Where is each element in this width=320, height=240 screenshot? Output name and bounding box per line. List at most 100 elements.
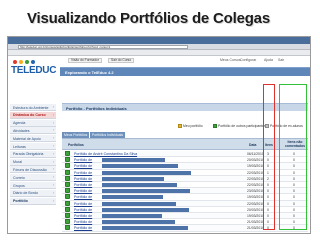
sidebar-item-label: Mural (13, 160, 22, 165)
top-link-ajuda[interactable]: Ajuda (264, 58, 273, 62)
sidebar-item[interactable]: Correio › (10, 174, 56, 182)
screenshot-frame: http://teleduc.org.br/cursos/aplic/portf… (7, 36, 311, 234)
sidebar-item-label: Diário de Bordo (13, 191, 38, 196)
sidebar-item[interactable]: Mural › (10, 158, 56, 166)
portfolio-link[interactable]: Portfólio de (74, 183, 92, 187)
portfolio-link[interactable]: Portfólio de (74, 189, 92, 193)
portfolio-link[interactable]: Portfólio de (74, 177, 92, 181)
logo-dot-green (25, 60, 29, 64)
sidebar-item[interactable]: Portfólio › (10, 197, 56, 205)
cell-date: 22/03/2010 (247, 201, 264, 206)
portfolio-link[interactable]: Portfólio de (74, 158, 92, 162)
chevron-right-icon: › (52, 159, 54, 164)
redacted-name-block (102, 164, 178, 169)
redacted-name-block (102, 170, 191, 175)
sidebar: Estrutura do Ambiente › Dinâmica do Curso ›… (10, 104, 58, 233)
portfolio-link[interactable]: Portfólio de (74, 226, 92, 230)
sidebar-item[interactable]: Parada Obrigatória › (10, 150, 56, 158)
slide: Visualizando Portfólios de Colegas http:… (0, 0, 320, 240)
sidebar-item[interactable]: Diário de Bordo › (10, 189, 56, 197)
redacted-name-block (102, 207, 189, 212)
chevron-right-icon: › (52, 198, 54, 203)
redacted-name-block (102, 183, 177, 187)
folder-icon (65, 188, 70, 194)
folder-icon (65, 213, 70, 218)
sidebar-item-label: Estrutura do Ambiente (13, 105, 49, 110)
folder-icon (65, 225, 70, 231)
sidebar-item[interactable]: Agenda › (10, 119, 56, 127)
sidebar-item[interactable]: Leituras › (10, 143, 56, 150)
redacted-name-block (102, 214, 162, 218)
portfolio-link[interactable]: Portfólio de (74, 208, 92, 212)
chevron-right-icon: › (52, 144, 54, 148)
course-bar: Explorando o TelEduc 4.2 (60, 67, 310, 76)
course-name: Explorando o TelEduc 4.2 (65, 70, 114, 75)
cell-date: 22/03/2010 (247, 176, 264, 181)
sair-curso-button[interactable]: Sair do Curso (108, 58, 135, 63)
cell-date: 20/03/2010 (247, 158, 264, 163)
sidebar-item[interactable]: Dinâmica do Curso › (10, 111, 56, 119)
folder-icon (65, 169, 70, 175)
sidebar-item-label: Material de Apoio (13, 136, 41, 141)
folder-icon (65, 163, 70, 169)
portfolio-link[interactable]: Portfólio de (74, 164, 92, 168)
redacted-name-block (102, 158, 165, 163)
folder-icon (65, 206, 70, 212)
portfolio-link[interactable]: Portfólio de (74, 202, 92, 206)
chevron-right-icon: › (52, 105, 54, 109)
portfolio-link[interactable]: Portfólio de (74, 171, 92, 175)
chevron-right-icon: › (52, 128, 54, 133)
redacted-name-block (102, 189, 190, 194)
visao-formador-button[interactable]: Visão do Formador (68, 58, 102, 63)
sidebar-item[interactable]: Atividades › (10, 127, 56, 135)
chevron-right-icon: › (52, 151, 54, 156)
redacted-name-block (102, 195, 163, 200)
folder-icon (65, 151, 70, 156)
legend-my-portfolio: Meu portfólio (183, 124, 203, 128)
chevron-right-icon: › (52, 190, 54, 195)
slide-title-bar: Visualizando Portfólios de Colegas (0, 0, 320, 34)
logo-dot-red (13, 60, 17, 64)
top-link-sair[interactable]: Sair (278, 58, 284, 62)
sidebar-item-label: Portfólio (13, 199, 28, 204)
cell-date: 22/03/2010 (247, 170, 264, 175)
sidebar-item-label: Parada Obrigatória (13, 152, 44, 157)
column-header-portfolios: Portfólios (68, 143, 84, 147)
chevron-right-icon: › (52, 136, 54, 141)
cell-date: 23/03/2010 (247, 189, 264, 194)
my-portfolio-legend-icon (178, 124, 182, 128)
chevron-right-icon: › (52, 175, 54, 180)
folder-icon (65, 157, 70, 163)
cell-date: 20/03/2010 (247, 207, 264, 212)
sidebar-item-label: Agenda (13, 121, 26, 126)
cell-date: 21/03/2010 (247, 226, 264, 231)
legend-others-portfolio: Portfólio de outros participantes (218, 124, 266, 128)
sidebar-item[interactable]: Estrutura do Ambiente › (10, 104, 56, 111)
folder-icon (65, 200, 70, 206)
address-bar[interactable]: http://teleduc.org.br/cursos/aplic/portf… (18, 45, 188, 49)
logo-dot-blue (31, 60, 35, 64)
cell-date: 19/03/2010 (247, 164, 264, 169)
column-header-data: Data (249, 143, 257, 147)
items-column-highlight (263, 84, 275, 230)
top-link-configurar[interactable]: Configurar (240, 58, 256, 62)
logo-text: TELEDUC (11, 65, 57, 76)
logo-dot-yellow (19, 60, 23, 64)
portfolio-link[interactable]: Portfólio de (74, 195, 92, 199)
top-link-meus-cursos[interactable]: Meus Cursos (220, 58, 241, 62)
portfolio-link[interactable]: Portfólio de André Constantino Da Silva (74, 152, 137, 156)
sidebar-item[interactable]: Material de Apoio › (10, 135, 56, 143)
panel-title: Portfólio - Portfólios Individuais (66, 106, 127, 111)
chevron-right-icon: › (52, 112, 54, 117)
sidebar-item-label: Dinâmica do Curso (13, 113, 46, 118)
portfolio-link[interactable]: Portfólio de (74, 214, 92, 218)
portfolio-link[interactable]: Portfólio de (74, 220, 92, 224)
sidebar-item[interactable]: Fóruns de Discussão › (10, 166, 56, 174)
folder-icon (65, 219, 70, 225)
sidebar-item[interactable]: Grupos › (10, 182, 56, 189)
cell-date: 19/03/2010 (247, 195, 264, 200)
redacted-name-block (102, 176, 164, 181)
cell-date: 19/03/2010 (247, 214, 264, 218)
unread-column-highlight (279, 84, 307, 230)
slide-title: Visualizando Portfólios de Colegas (27, 10, 270, 27)
